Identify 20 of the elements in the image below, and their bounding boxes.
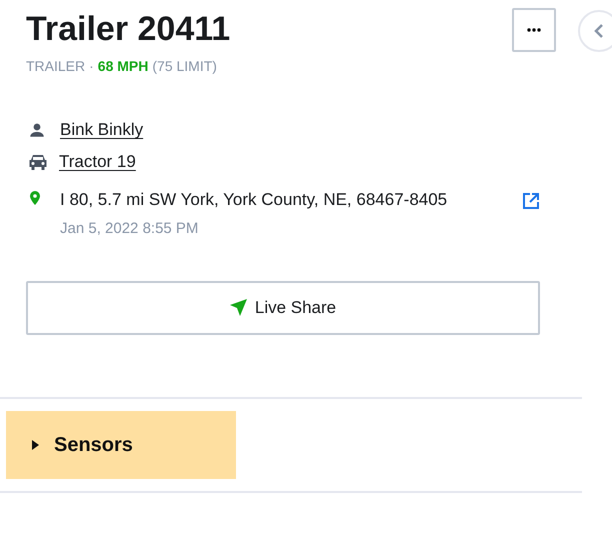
live-share-button[interactable]: Live Share	[26, 280, 540, 334]
separator: ·	[89, 57, 94, 76]
speed-limit: (75 LIMIT)	[152, 57, 217, 76]
back-button[interactable]	[578, 10, 612, 52]
page-title: Trailer 20411	[26, 9, 232, 50]
driver-link[interactable]: Bink Binkly	[60, 117, 144, 143]
timestamp: Jan 5, 2022 8:55 PM	[60, 219, 200, 239]
address: I 80, 5.7 mi SW York, York County, NE, 68467-8405	[59, 189, 448, 211]
more-button[interactable]	[512, 8, 556, 52]
chevron-left-icon	[594, 23, 604, 39]
location-pin-icon	[30, 191, 40, 205]
vehicle-link[interactable]: Tractor 19	[59, 149, 136, 175]
speed: 68 MPH	[98, 57, 148, 76]
navigation-arrow-icon	[230, 299, 247, 316]
section-toggle[interactable]: Sensors	[6, 410, 236, 478]
external-link-icon[interactable]	[522, 192, 540, 210]
more-icon	[527, 28, 541, 32]
car-icon	[28, 153, 48, 171]
asset-type: TRAILER	[26, 57, 86, 76]
person-icon	[28, 121, 46, 139]
